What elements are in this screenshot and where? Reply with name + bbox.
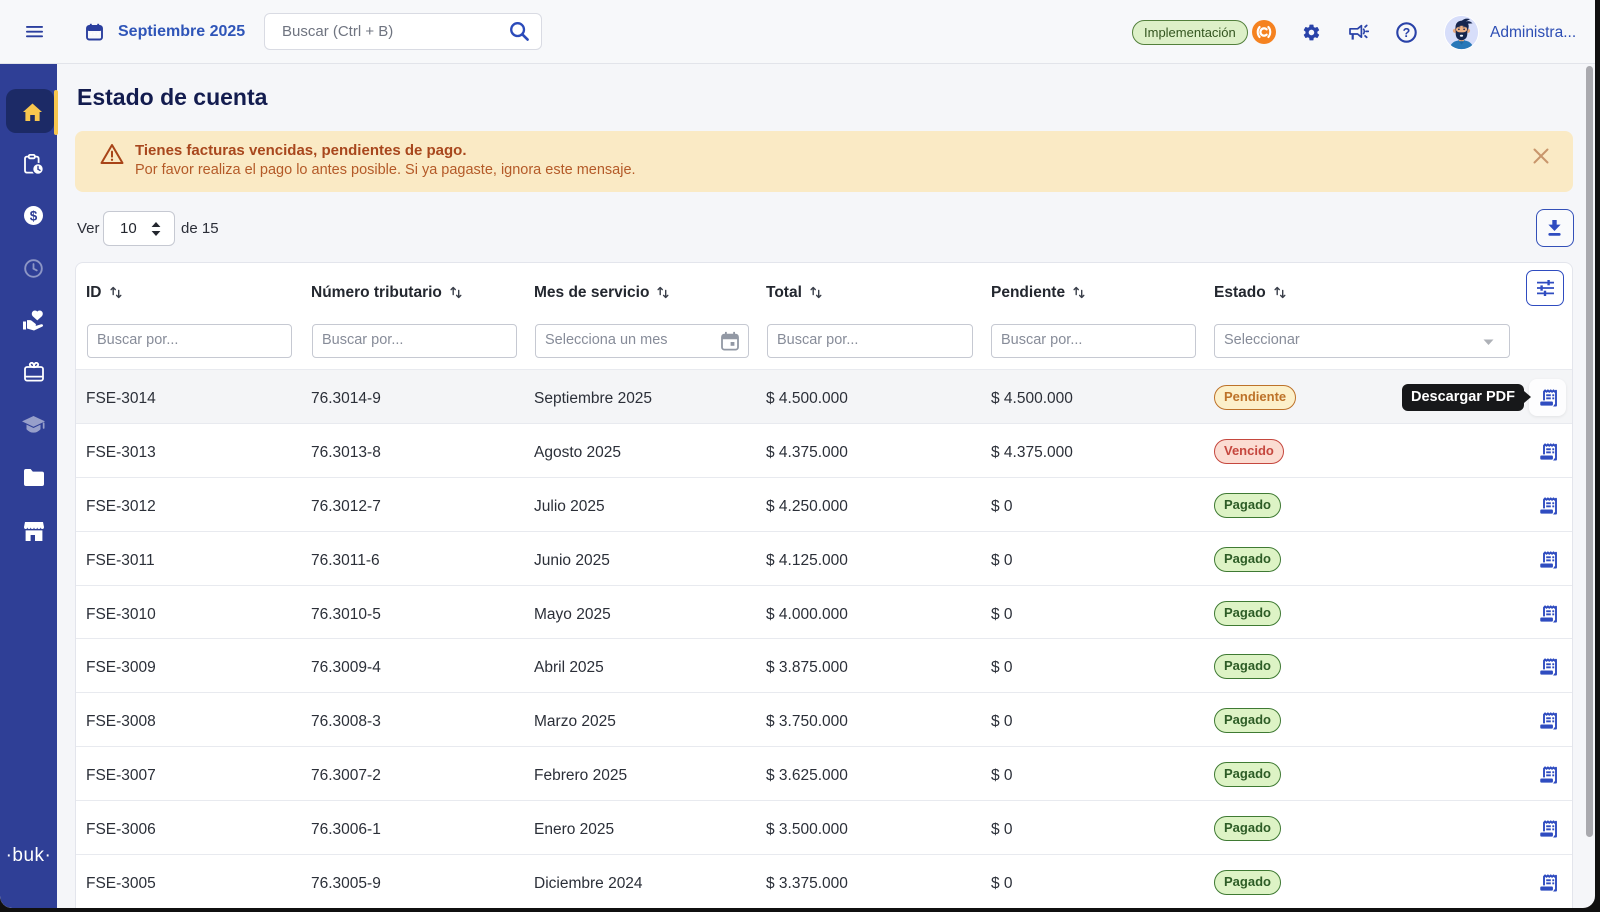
svg-text:?: ? [1403, 26, 1411, 40]
svg-text:$: $ [30, 208, 38, 223]
